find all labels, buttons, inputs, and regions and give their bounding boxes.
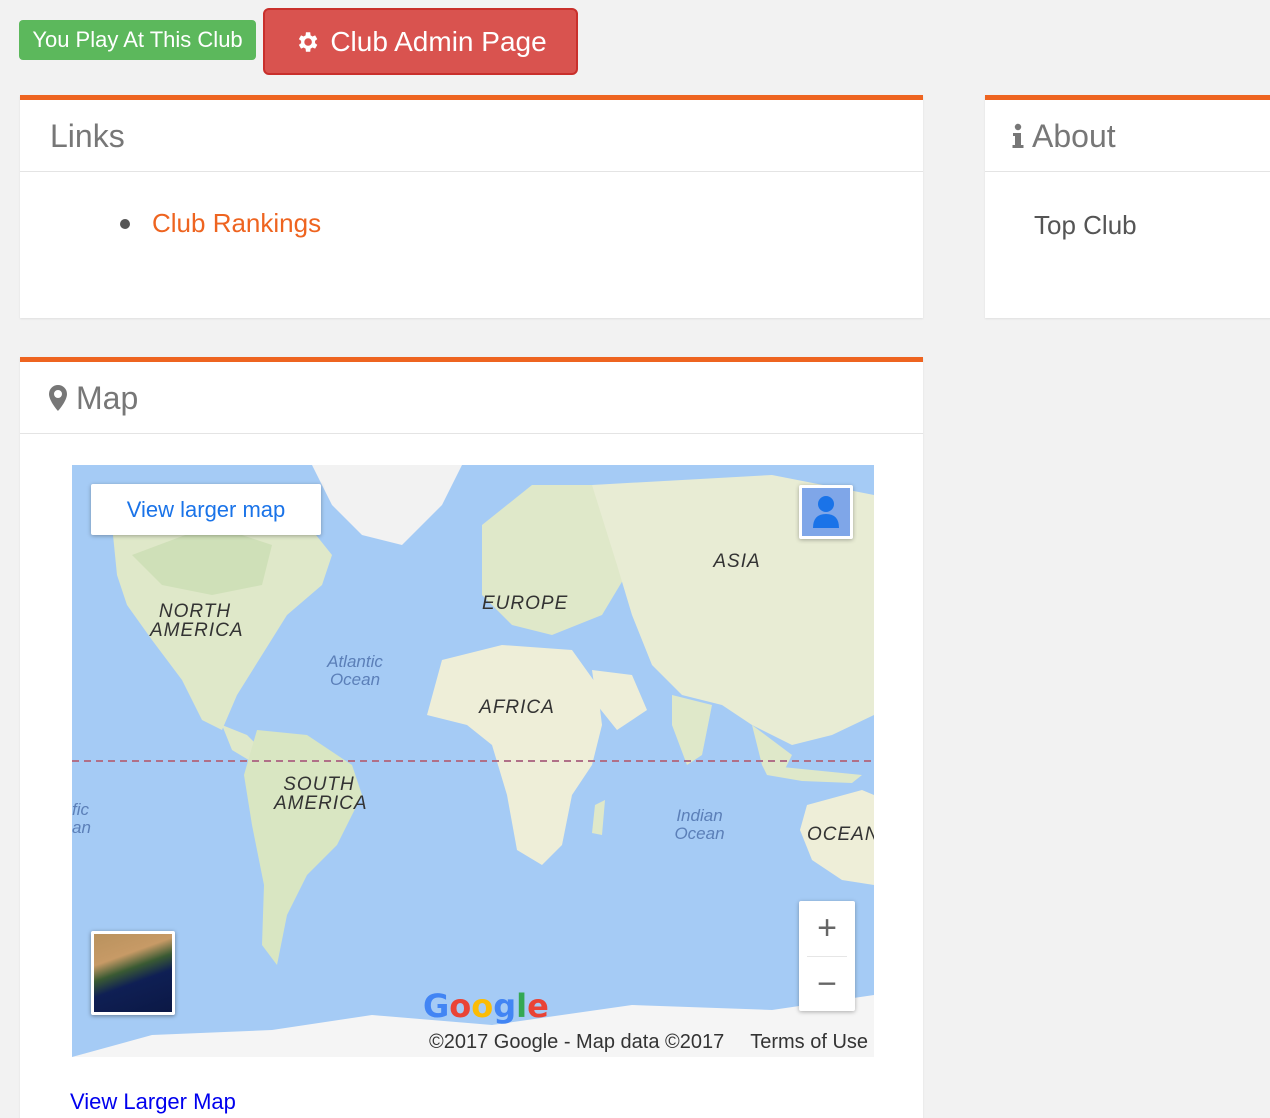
map-panel-header: Map [20, 362, 923, 434]
map-label-south-america: SOUTH AMERICA [274, 774, 368, 814]
club-rankings-link[interactable]: Club Rankings [152, 208, 321, 239]
about-panel-title: About [1032, 117, 1116, 154]
map-label-oceania: OCEANI [807, 824, 874, 845]
links-panel-header: Links [20, 100, 923, 172]
gear-icon [299, 31, 318, 52]
club-admin-label: Club Admin Page [330, 26, 547, 57]
google-map[interactable]: NORTH AMERICA EUROPE ASIA AFRICA SOUTH A… [72, 465, 874, 1057]
map-attribution-bar: ©2017 Google - Map data ©2017 Terms of U… [421, 1028, 874, 1057]
map-label-pacific-ocean: fic an [72, 800, 91, 837]
about-text: Top Club [1034, 210, 1137, 240]
street-view-button[interactable] [799, 485, 853, 539]
info-icon [1012, 123, 1024, 148]
terms-of-use-link[interactable]: Terms of Use [750, 1031, 868, 1054]
satellite-view-toggle[interactable] [91, 931, 175, 1015]
pegman-icon [813, 496, 839, 528]
links-panel: Links Club Rankings [20, 95, 923, 318]
club-admin-button[interactable]: Club Admin Page [263, 8, 578, 75]
zoom-in-button[interactable]: + [799, 901, 855, 956]
view-larger-map-link[interactable]: View Larger Map [70, 1089, 236, 1115]
map-label-north-america: NORTH AMERICA [150, 601, 244, 641]
plays-at-club-badge: You Play At This Club [19, 20, 256, 60]
map-label-atlantic-ocean: Atlantic Ocean [327, 652, 383, 689]
zoom-control: + − [799, 901, 855, 1011]
map-label-africa: AFRICA [479, 697, 555, 718]
map-panel: Map NORTH AMERICA EUROPE ASIA AFRICA SOU… [20, 357, 923, 1118]
google-logo: Google [423, 987, 549, 1025]
view-larger-map-button[interactable]: View larger map [91, 484, 321, 535]
zoom-out-button[interactable]: − [799, 957, 855, 1012]
about-panel: About Top Club [985, 95, 1270, 318]
links-list: Club Rankings [20, 172, 923, 239]
bullet-icon [120, 218, 130, 229]
links-panel-title: Links [50, 117, 125, 154]
about-panel-header: About [985, 100, 1270, 172]
map-marker-icon [49, 384, 67, 411]
map-attribution: ©2017 Google - Map data ©2017 [429, 1031, 725, 1053]
map-label-asia: ASIA [713, 551, 761, 572]
map-panel-title: Map [76, 379, 139, 416]
map-label-europe: EUROPE [482, 593, 569, 614]
list-item: Club Rankings [120, 208, 923, 239]
map-label-indian-ocean: Indian Ocean [674, 806, 725, 843]
